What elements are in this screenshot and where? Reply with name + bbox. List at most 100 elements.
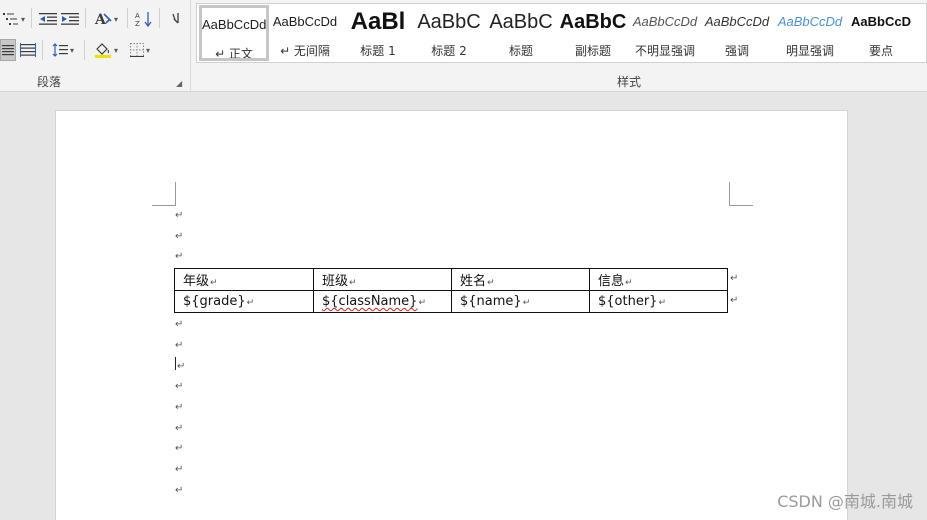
style-preview: AaBbCcDd — [632, 14, 698, 29]
distributed-button[interactable] — [18, 39, 38, 61]
style-name: 明显强调 — [785, 44, 834, 58]
align-justify-icon — [2, 45, 14, 56]
multilevel-list-button[interactable]: ▾ — [0, 8, 28, 30]
style-name: ↵ 无间隔 — [280, 44, 330, 58]
cell-text: ${other} — [598, 294, 658, 309]
table-cell[interactable]: ${grade}↵ — [174, 290, 314, 313]
styles-group-label: 样式 — [617, 75, 642, 89]
cell-text: 姓名 — [460, 274, 487, 289]
paragraph-mark: ↵ — [175, 251, 184, 262]
paragraph-group-label: 段落 — [37, 75, 62, 89]
style-preview: AaBbC — [417, 11, 481, 33]
table-cell[interactable]: ${className}↵ — [313, 290, 452, 313]
cell-text: 年级 — [183, 274, 210, 289]
paragraph-group: ▾ A ▾ A Z ▾ ▾ ▾ 段落 ◢ — [0, 0, 191, 92]
borders-button[interactable]: ▾ — [124, 39, 156, 61]
ribbon: ▾ A ▾ A Z ▾ ▾ ▾ 段落 ◢ AaBbCcDd ↵ 正文 AaBbC… — [0, 0, 927, 92]
sort-icon: A Z — [135, 12, 152, 27]
dialog-launcher-icon[interactable]: ◢ — [176, 79, 186, 89]
style-name: 要点 — [868, 44, 893, 58]
table-row: ${grade}↵ ${className}↵ ${name}↵ ${other… — [174, 290, 728, 313]
row-end-mark: ↵ — [730, 295, 739, 306]
paint-bucket-icon — [94, 43, 111, 58]
style-preview: AaBbC — [559, 11, 627, 33]
row-end-mark: ↵ — [730, 273, 739, 284]
watermark: CSDN @南城.南城 — [777, 492, 913, 511]
table-cell[interactable]: 年级↵ — [174, 268, 314, 291]
chevron-down-icon: ▾ — [113, 45, 118, 55]
data-table[interactable]: 年级↵ 班级↵ 姓名↵ 信息↵ ${grade}↵ ${className}↵ … — [174, 268, 728, 313]
style-item-6[interactable]: AaBbCcDd 不明显强调 — [630, 5, 700, 61]
style-name: 副标题 — [574, 44, 611, 58]
paragraph-mark: ↵ — [175, 340, 184, 351]
justify-button[interactable] — [0, 39, 16, 61]
cell-mark: ↵ — [625, 278, 633, 288]
style-item-9[interactable]: AaBbCcD 要点 — [846, 5, 916, 61]
style-name: 标题 — [508, 44, 533, 58]
style-item-0[interactable]: AaBbCcDd ↵ 正文 — [199, 5, 269, 61]
paragraph-mark-icon — [172, 13, 179, 24]
style-preview: AaBbC — [489, 11, 553, 33]
cell-mark: ↵ — [418, 298, 426, 308]
cell-mark: ↵ — [487, 278, 495, 288]
paragraph-mark: ↵ — [175, 423, 184, 434]
increase-indent-icon — [61, 13, 79, 25]
cell-text-spelling-error: ${className} — [322, 294, 418, 309]
increase-indent-button[interactable] — [60, 8, 80, 30]
style-item-5[interactable]: AaBbC 副标题 — [558, 5, 628, 61]
style-name: 不明显强调 — [634, 44, 695, 58]
style-preview: AaBl — [350, 8, 406, 34]
document-canvas: ↵ ↵ ↵ 年级↵ 班级↵ 姓名↵ 信息↵ ${grade}↵ ${classN… — [0, 93, 927, 520]
paragraph-mark: ↵ — [175, 443, 184, 454]
margin-corner-top-left — [152, 182, 176, 206]
style-preview: AaBbCcDd — [777, 14, 843, 29]
cell-text: ${name} — [460, 294, 522, 309]
chinese-layout-button[interactable]: A ▾ — [91, 8, 121, 30]
table-cell[interactable]: ${other}↵ — [589, 290, 728, 313]
svg-text:A: A — [135, 12, 140, 20]
divider — [84, 40, 85, 60]
paragraph-mark: ↵ — [175, 319, 184, 330]
shading-button[interactable]: ▾ — [90, 39, 122, 61]
paragraph-mark: ↵ — [175, 210, 184, 221]
style-name: 标题 1 — [360, 44, 396, 58]
table-cell[interactable]: ${name}↵ — [451, 290, 590, 313]
decrease-indent-button[interactable] — [38, 8, 58, 30]
table-cell[interactable]: 信息↵ — [589, 268, 728, 291]
style-item-4[interactable]: AaBbC 标题 — [486, 5, 556, 61]
line-spacing-button[interactable]: ▾ — [48, 39, 78, 61]
chevron-down-icon: ▾ — [20, 14, 25, 24]
style-item-3[interactable]: AaBbC 标题 2 — [414, 5, 484, 61]
style-item-2[interactable]: AaBl 标题 1 — [343, 5, 413, 61]
style-name: 标题 2 — [431, 44, 467, 58]
borders-icon — [129, 43, 144, 57]
table-cell[interactable]: 班级↵ — [313, 268, 452, 291]
style-preview: AaBbCcD — [851, 14, 911, 29]
document-page[interactable]: ↵ ↵ ↵ 年级↵ 班级↵ 姓名↵ 信息↵ ${grade}↵ ${classN… — [55, 110, 848, 520]
decrease-indent-icon — [39, 13, 57, 25]
multilevel-list-icon — [2, 13, 18, 25]
chevron-down-icon: ▾ — [113, 14, 118, 24]
style-name: 强调 — [724, 44, 749, 58]
cell-mark: ↵ — [522, 298, 531, 308]
align-distributed-icon — [20, 43, 36, 57]
paragraph-mark: ↵ — [175, 464, 184, 475]
style-preview: AaBbCcDd — [202, 17, 266, 32]
table-cell[interactable]: 姓名↵ — [451, 268, 590, 291]
divider — [127, 8, 128, 28]
chevron-down-icon: ▾ — [69, 45, 74, 55]
style-item-7[interactable]: AaBbCcDd 强调 — [702, 5, 772, 61]
paragraph-mark: ↵ — [175, 402, 184, 413]
table-header-row: 年级↵ 班级↵ 姓名↵ 信息↵ — [174, 268, 728, 291]
text-cursor — [175, 357, 176, 370]
sort-button[interactable]: A Z — [134, 8, 154, 30]
paragraph-mark: ↵ — [175, 231, 184, 242]
cell-mark: ↵ — [246, 298, 255, 308]
divider — [85, 8, 86, 28]
cell-mark: ↵ — [658, 298, 666, 308]
style-item-1[interactable]: AaBbCcDd ↵ 无间隔 — [270, 5, 340, 61]
style-item-8[interactable]: AaBbCcDd 明显强调 — [775, 5, 845, 61]
paragraph-mark: ↵ — [175, 485, 184, 496]
show-hide-marks-button[interactable] — [166, 8, 186, 30]
divider — [159, 8, 160, 28]
